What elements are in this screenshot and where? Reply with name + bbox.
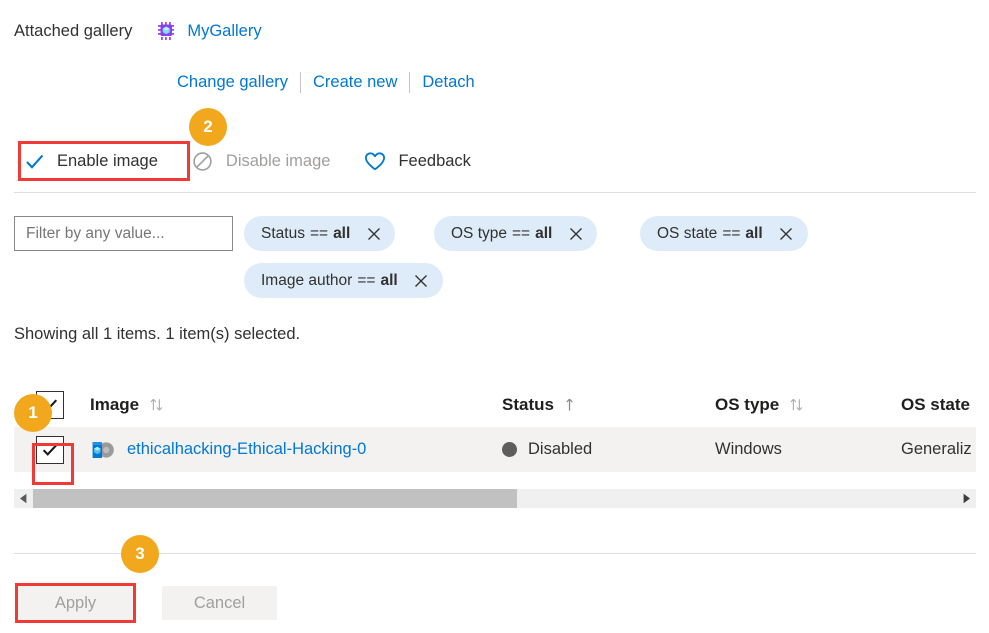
row-status-label: Disabled <box>528 440 593 458</box>
pill-operator: == <box>722 224 741 242</box>
images-table: Image Status OS type OS state ethicalhac… <box>14 382 976 472</box>
pill-field: Image author <box>261 271 353 289</box>
attached-gallery-row: Attached gallery MyGallery <box>14 20 262 42</box>
row-checkbox[interactable] <box>36 435 64 464</box>
attached-gallery-label: Attached gallery <box>14 21 133 40</box>
scrollbar-track[interactable] <box>33 489 957 508</box>
row-os-state-cell: Generaliz <box>901 440 972 458</box>
row-checkbox-cell <box>14 435 90 464</box>
close-icon[interactable] <box>366 226 381 241</box>
close-icon[interactable] <box>414 273 429 288</box>
disable-image-label: Disable image <box>225 151 331 170</box>
divider <box>300 71 301 93</box>
enable-image-button[interactable]: Enable image <box>14 142 167 180</box>
sort-both-icon[interactable] <box>789 396 804 413</box>
heart-icon <box>364 150 386 172</box>
triangle-right-icon[interactable] <box>957 489 976 508</box>
disable-image-button[interactable]: Disable image <box>183 142 340 180</box>
command-bar: Enable image Disable image Feedback <box>14 141 480 181</box>
column-header-os-type[interactable]: OS type <box>715 395 901 415</box>
callout-badge-1: 1 <box>14 394 52 432</box>
column-header-os-state-label: OS state <box>901 394 970 414</box>
pill-field: OS state <box>657 224 718 242</box>
pill-value: all <box>745 224 763 242</box>
column-header-image-label: Image <box>90 394 140 414</box>
filter-input[interactable] <box>14 216 233 251</box>
filter-pill-os-state[interactable]: OS state == all <box>640 216 808 251</box>
pill-value: all <box>535 224 553 242</box>
filter-pill-os-type[interactable]: OS type == all <box>434 216 598 251</box>
checkmark-icon <box>23 150 45 172</box>
pill-value: all <box>380 271 398 289</box>
row-os-type-cell: Windows <box>715 440 782 458</box>
sort-both-icon[interactable] <box>149 396 164 413</box>
pill-operator: == <box>357 271 376 289</box>
gallery-actions: Change gallery Create new Detach <box>177 70 475 94</box>
column-header-image[interactable]: Image <box>90 395 502 415</box>
cancel-button[interactable]: Cancel <box>162 586 277 620</box>
detach-gallery-link[interactable]: Detach <box>422 73 474 92</box>
row-image-cell: ethicalhacking-Ethical-Hacking-0 <box>90 437 502 463</box>
triangle-left-icon[interactable] <box>14 489 33 508</box>
divider <box>409 71 411 93</box>
column-header-os-state[interactable]: OS state <box>901 395 989 415</box>
feedback-button[interactable]: Feedback <box>355 142 479 180</box>
filter-pill-status[interactable]: Status == all <box>244 216 396 251</box>
column-header-os-type-label: OS type <box>715 394 780 414</box>
feedback-label: Feedback <box>398 151 471 170</box>
callout-badge-3: 3 <box>121 535 159 573</box>
footer-buttons: Apply Cancel <box>18 586 277 620</box>
pill-operator: == <box>309 224 329 242</box>
column-header-status[interactable]: Status <box>502 395 715 415</box>
close-icon[interactable] <box>568 226 583 241</box>
pill-field: Status <box>261 224 305 242</box>
create-new-gallery-link[interactable]: Create new <box>313 73 397 92</box>
callout-badge-2: 2 <box>189 108 227 146</box>
change-gallery-link[interactable]: Change gallery <box>177 73 288 92</box>
enable-image-label: Enable image <box>57 151 158 170</box>
column-header-status-label: Status <box>502 394 554 414</box>
pill-operator: == <box>512 224 531 242</box>
close-icon[interactable] <box>779 226 794 241</box>
row-image-name-link[interactable]: ethicalhacking-Ethical-Hacking-0 <box>127 440 366 459</box>
horizontal-scrollbar[interactable] <box>14 489 976 508</box>
table-row[interactable]: ethicalhacking-Ethical-Hacking-0 Disable… <box>14 427 976 472</box>
sort-asc-icon[interactable] <box>564 396 575 413</box>
block-circle-icon <box>192 150 214 172</box>
pill-value: all <box>333 224 351 242</box>
row-status-cell: Disabled <box>502 440 715 459</box>
vm-image-icon <box>90 437 116 463</box>
pill-field: OS type <box>451 224 507 242</box>
results-summary: Showing all 1 items. 1 item(s) selected. <box>14 325 301 343</box>
table-header-row: Image Status OS type OS state <box>14 382 976 427</box>
gallery-chip-icon <box>156 20 178 42</box>
filter-pill-image-author[interactable]: Image author == all <box>244 263 443 298</box>
scrollbar-thumb[interactable] <box>33 489 517 508</box>
divider-top <box>14 192 976 193</box>
status-dot-icon <box>502 442 517 457</box>
gallery-name-link[interactable]: MyGallery <box>187 22 261 41</box>
apply-button[interactable]: Apply <box>18 586 133 620</box>
